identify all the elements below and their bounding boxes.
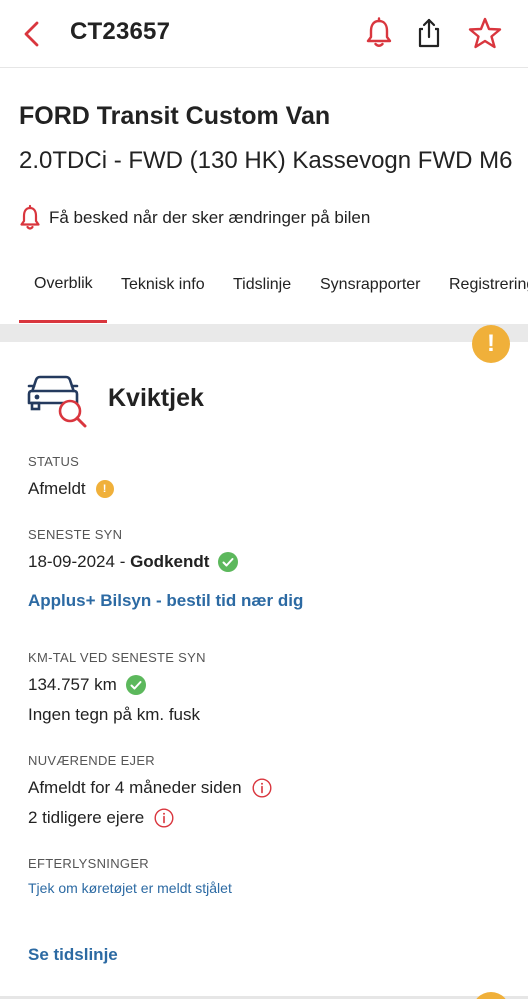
bell-icon <box>20 204 40 230</box>
notify-changes-label: Få besked når der sker ændringer på bile… <box>49 208 371 227</box>
top-bar: CT23657 <box>0 0 528 68</box>
warning-badge[interactable]: ! <box>472 325 510 363</box>
book-inspection-link[interactable]: Applus+ Bilsyn - bestil tid nær dig <box>28 591 303 611</box>
active-tab-indicator <box>19 320 107 323</box>
share-icon[interactable] <box>412 16 446 50</box>
section-title: Kviktjek <box>108 384 204 412</box>
status-row: Afmeldt ! <box>28 479 114 499</box>
tab-teknisk-info[interactable]: Teknisk info <box>121 276 205 294</box>
owner-label: NUVÆRENDE EJER <box>28 753 155 768</box>
mileage-value: 134.757 km <box>28 675 117 694</box>
owner-previous-row: 2 tidligere ejere <box>28 808 174 828</box>
mileage-row: 134.757 km <box>28 675 146 695</box>
bell-icon[interactable] <box>362 16 396 50</box>
wanted-label: EFTERLYSNINGER <box>28 856 149 871</box>
mileage-note: Ingen tegn på km. fusk <box>28 705 200 724</box>
last-inspection-result: Godkendt <box>130 552 210 571</box>
check-circle-icon <box>218 552 239 572</box>
stolen-check-link[interactable]: Tjek om køretøjet er meldt stjålet <box>28 880 232 896</box>
owner-current-row: Afmeldt for 4 måneder siden <box>28 778 272 798</box>
vehicle-make-model: FORD Transit Custom Van <box>19 102 331 130</box>
info-icon[interactable] <box>154 808 174 828</box>
tab-synsrapporter[interactable]: Synsrapporter <box>320 276 421 294</box>
page-title: CT23657 <box>70 18 171 45</box>
last-inspection-row: 18-09-2024 - Godkendt <box>28 552 239 572</box>
star-icon[interactable] <box>468 16 502 50</box>
warning-dot-icon: ! <box>95 480 114 498</box>
owner-current: Afmeldt for 4 måneder siden <box>28 778 242 797</box>
check-circle-icon <box>125 675 146 695</box>
tab-bar: Overblik Teknisk info Tidslinje Synsrapp… <box>0 262 528 324</box>
chevron-left-icon[interactable] <box>18 18 46 50</box>
info-icon[interactable] <box>252 778 272 798</box>
vehicle-variant: 2.0TDCi - FWD (130 HK) Kassevogn FWD M6 <box>19 147 513 174</box>
last-inspection-label: SENESTE SYN <box>28 527 123 542</box>
tab-overblik[interactable]: Overblik <box>34 275 93 293</box>
notify-changes-button[interactable]: Få besked når der sker ændringer på bile… <box>17 203 370 233</box>
last-inspection-separator: - <box>114 552 131 571</box>
tab-tidslinje[interactable]: Tidslinje <box>233 276 291 294</box>
last-inspection-date: 18-09-2024 <box>28 552 115 571</box>
car-search-icon <box>27 375 87 428</box>
owner-previous: 2 tidligere ejere <box>28 808 145 827</box>
see-timeline-link[interactable]: Se tidslinje <box>28 945 118 965</box>
mileage-label: KM-TAL VED SENESTE SYN <box>28 650 206 665</box>
status-label: STATUS <box>28 454 80 469</box>
tab-registrering[interactable]: Registrering <box>449 276 528 294</box>
status-value: Afmeldt <box>28 479 86 498</box>
section-divider <box>0 324 528 342</box>
